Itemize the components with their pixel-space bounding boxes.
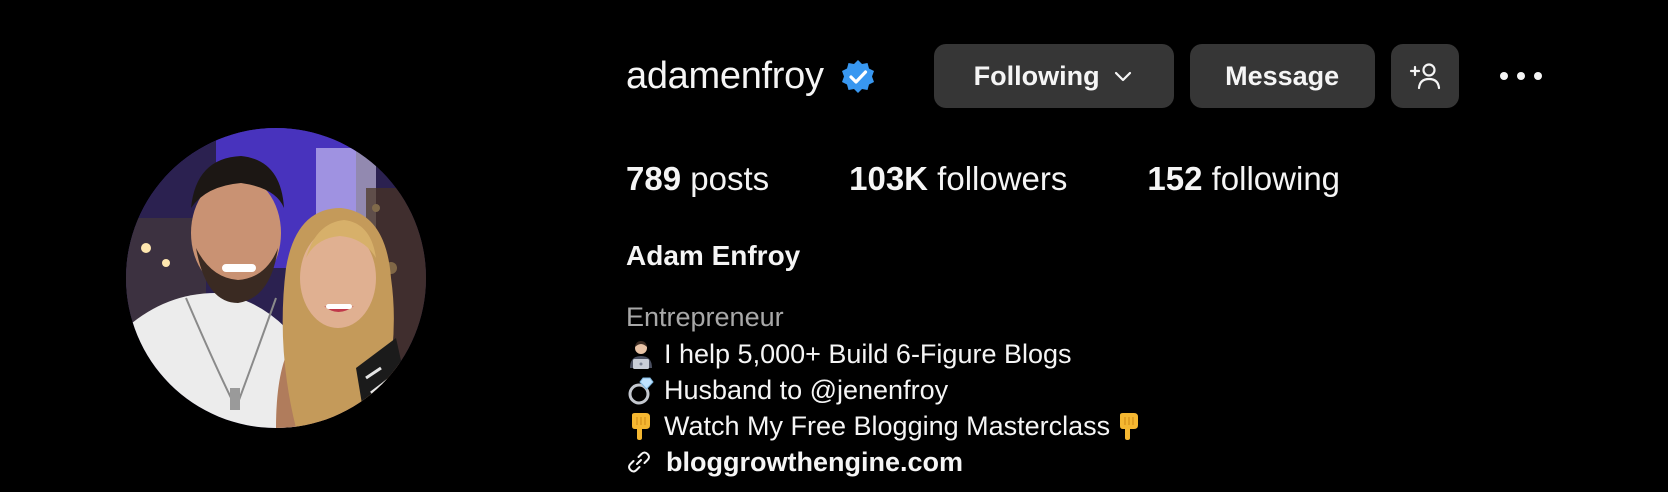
following-stat[interactable]: 152 following xyxy=(1147,160,1340,198)
more-options-button[interactable] xyxy=(1493,56,1549,96)
following-label: following xyxy=(1211,160,1341,197)
message-button[interactable]: Message xyxy=(1189,44,1375,108)
link-icon xyxy=(628,451,650,473)
more-options-icon xyxy=(1499,72,1542,80)
profile-photo xyxy=(126,128,426,428)
bio-text-1: I help 5,000+ Build 6-Figure Blogs xyxy=(664,339,1072,369)
bio: I help 5,000+ Build 6-Figure Blogs Husba… xyxy=(626,336,1144,480)
bio-link-row[interactable]: bloggrowthengine.com xyxy=(626,444,1144,480)
profile-stats: 789 posts 103K followers 152 following xyxy=(626,160,1420,198)
category-label: Entrepreneur xyxy=(626,302,784,332)
chevron-down-icon xyxy=(1114,71,1131,82)
following-button-label: Following xyxy=(973,60,1100,91)
following-button[interactable]: Following xyxy=(933,44,1174,108)
followers-count: 103K xyxy=(849,160,928,197)
username[interactable]: adamenfroy xyxy=(626,55,824,98)
avatar[interactable] xyxy=(126,128,426,428)
bio-text-2: Husband to @jenenfroy xyxy=(664,375,949,405)
bio-link[interactable]: bloggrowthengine.com xyxy=(666,444,963,480)
following-count: 152 xyxy=(1147,160,1203,197)
add-user-icon xyxy=(1409,63,1440,90)
message-button-label: Message xyxy=(1225,60,1340,91)
followers-stat[interactable]: 103K followers xyxy=(849,160,1067,198)
profile-header: adamenfroy Following Message xyxy=(626,44,1549,108)
technologist-emoji-icon xyxy=(630,341,652,369)
ring-emoji-icon xyxy=(628,377,654,405)
bio-line-1: I help 5,000+ Build 6-Figure Blogs xyxy=(626,336,1144,372)
bio-text-3: Watch My Free Blogging Masterclass xyxy=(664,411,1111,441)
bio-line-3: Watch My Free Blogging Masterclass xyxy=(626,408,1144,444)
verified-badge-icon xyxy=(841,60,874,93)
add-user-button[interactable] xyxy=(1390,44,1459,108)
pointing-down-emoji-icon xyxy=(632,413,650,440)
bio-line-2: Husband to @jenenfroy xyxy=(626,372,1144,408)
followers-label: followers xyxy=(937,160,1068,197)
full-name: Adam Enfroy xyxy=(626,240,801,271)
posts-label: posts xyxy=(690,160,770,197)
posts-count: 789 xyxy=(626,160,682,197)
posts-stat: 789 posts xyxy=(626,160,769,198)
pointing-down-emoji-icon xyxy=(1120,413,1139,440)
profile-page: adamenfroy Following Message 789 posts 1… xyxy=(0,0,1668,492)
